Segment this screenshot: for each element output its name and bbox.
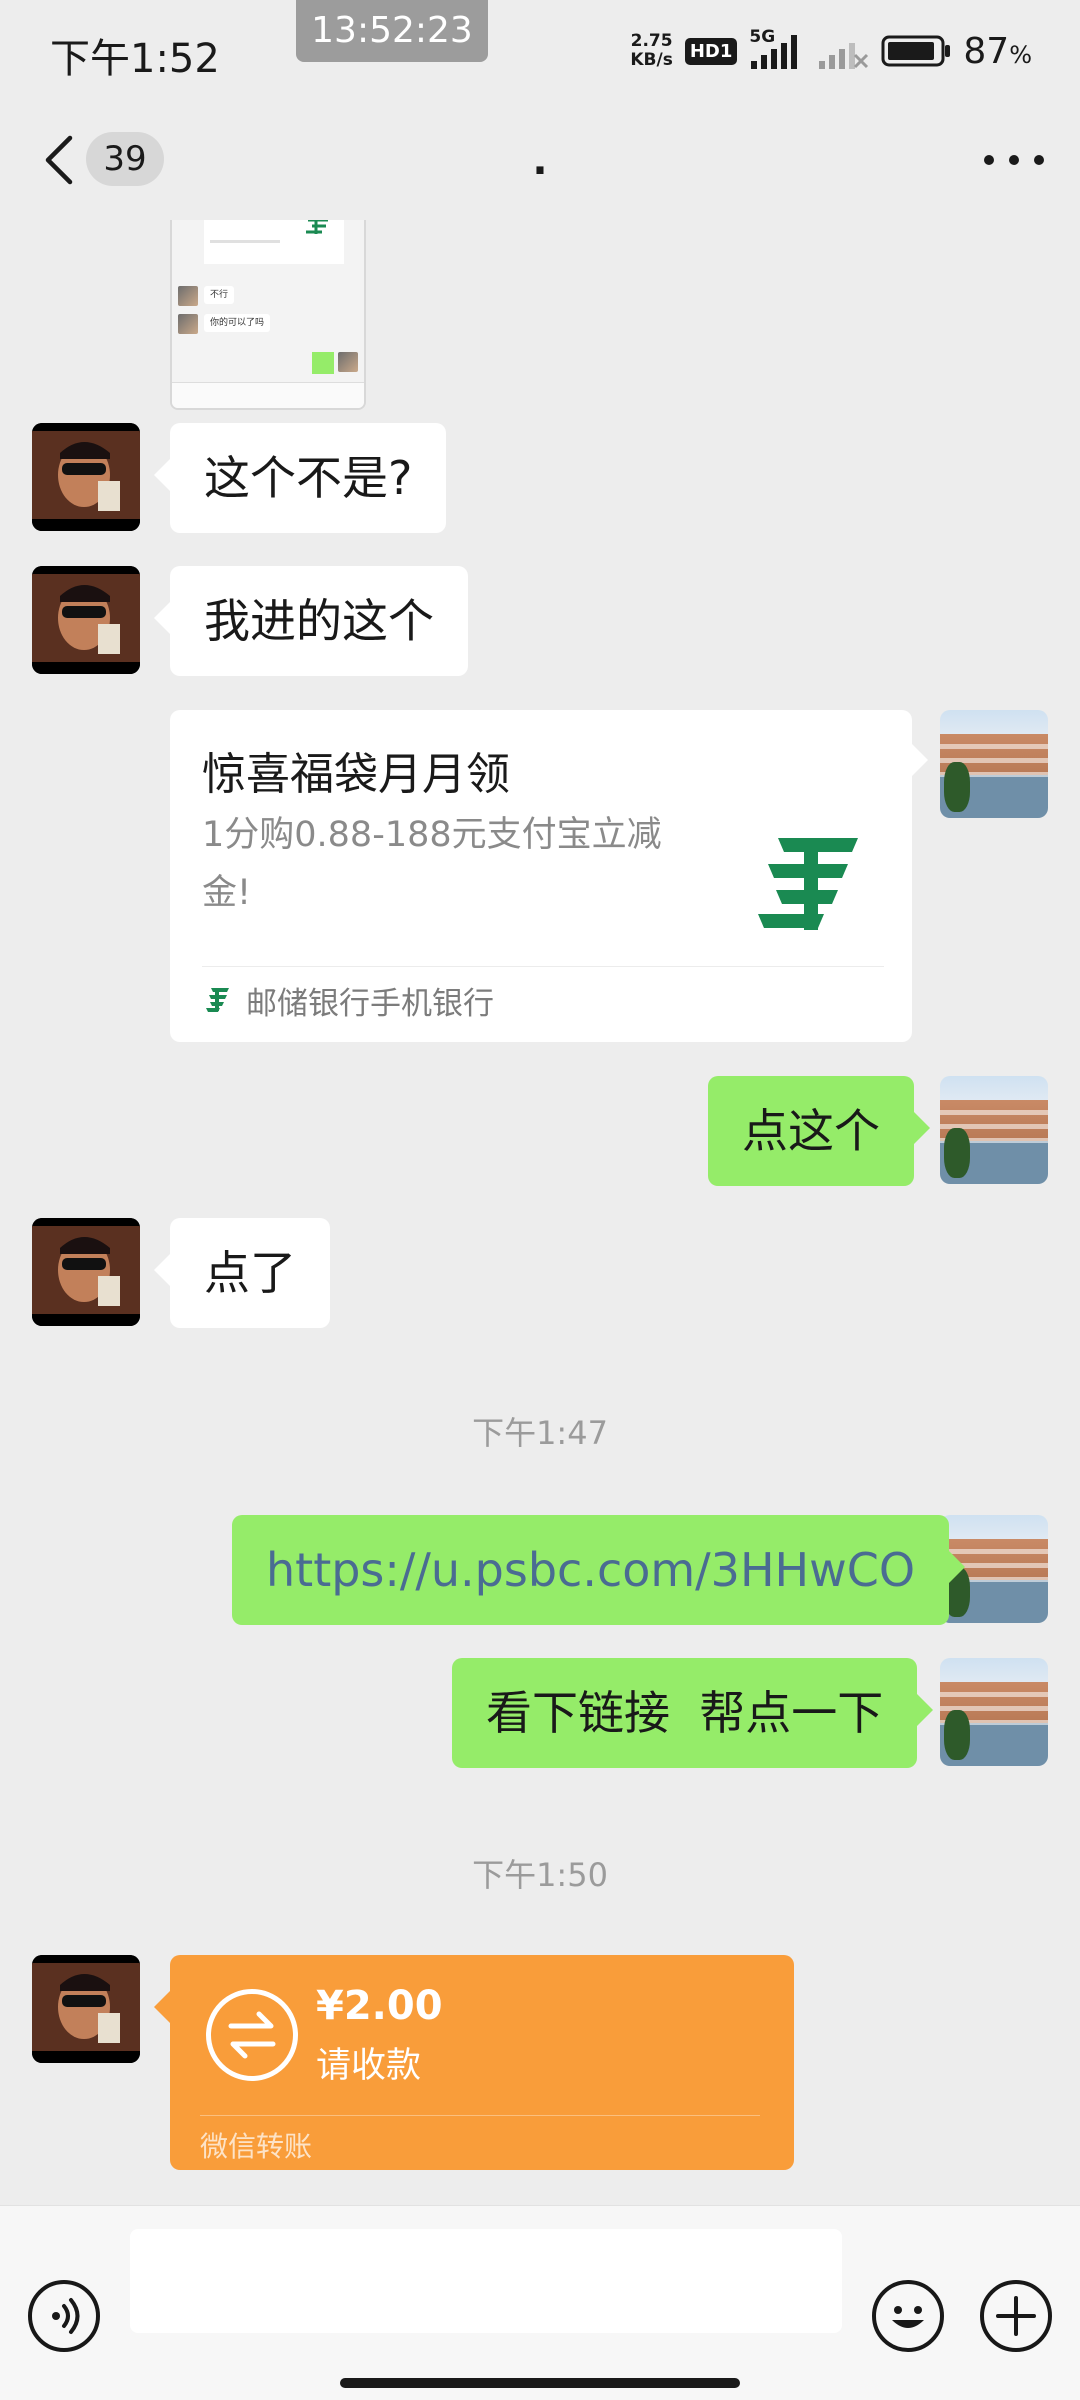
thumbnail-text-2: 你的可以了吗: [204, 314, 271, 332]
message-bubble[interactable]: 看下链接 帮点一下: [452, 1658, 934, 1768]
message-bubble[interactable]: 这个不是?: [153, 423, 447, 533]
message-timestamp: 下午1:50: [472, 1856, 608, 1894]
input-bar: [0, 2205, 1080, 2400]
message-bubble[interactable]: 点了: [154, 1218, 330, 1328]
plus-icon[interactable]: [980, 2280, 1052, 2352]
link-card-source: 邮储银行手机银行: [246, 986, 494, 1022]
status-bar: 下午1:52 13:52:23 2.75 KB/s HD1 5G 87%: [0, 0, 1080, 100]
message-input[interactable]: [130, 2229, 842, 2333]
status-icons: 2.75 KB/s HD1 5G 87%: [630, 27, 1032, 74]
transfer-message[interactable]: ¥2.00 请收款 微信转账: [154, 1955, 794, 2170]
signal-weak-icon: [819, 43, 869, 69]
message-link[interactable]: https://u.psbc.com/3HHwCO: [266, 1543, 915, 1597]
screen-recording-timer: 13:52:23: [296, 0, 488, 62]
status-time: 下午1:52: [50, 36, 220, 82]
chat-title: .: [532, 138, 548, 184]
more-horizontal-icon[interactable]: [984, 150, 1044, 170]
chat-header: 39 .: [0, 100, 1080, 220]
battery-percent-unit: %: [1009, 40, 1032, 69]
voice-icon[interactable]: [28, 2280, 100, 2352]
psbc-logo-icon: [758, 838, 858, 930]
contact-avatar[interactable]: [32, 566, 140, 674]
message-timestamp: 下午1:47: [472, 1414, 608, 1452]
contact-avatar[interactable]: [32, 423, 140, 531]
network-speed-unit: KB/s: [630, 50, 673, 70]
message-bubble[interactable]: 点这个: [708, 1076, 930, 1186]
network-speed: 2.75 KB/s: [630, 32, 672, 70]
link-card-title: 惊喜福袋月月领: [202, 749, 510, 800]
home-indicator[interactable]: [340, 2378, 740, 2388]
image-message-screenshot[interactable]: 不行 你的可以了吗: [170, 220, 366, 410]
transfer-amount: ¥2.00: [316, 1983, 443, 2029]
self-avatar[interactable]: [940, 710, 1048, 818]
battery-percent-value: 87: [963, 30, 1010, 72]
link-message-bubble[interactable]: https://u.psbc.com/3HHwCO: [232, 1515, 966, 1625]
emoji-icon[interactable]: [872, 2280, 944, 2352]
message-bubble[interactable]: 我进的这个: [154, 566, 468, 676]
self-avatar[interactable]: [940, 1076, 1048, 1184]
hd-badge: HD1: [684, 37, 738, 65]
signal-5g-icon: 5G: [749, 27, 805, 71]
chat-messages[interactable]: 不行 你的可以了吗 这个不是? 我进的这个 惊喜福袋月月领 1分购0.88-18…: [0, 220, 1080, 2205]
contact-avatar[interactable]: [32, 1955, 140, 2063]
link-card-message[interactable]: 惊喜福袋月月领 1分购0.88-188元支付宝立减金! 邮储银行手机银行: [170, 710, 928, 1042]
self-avatar[interactable]: [940, 1658, 1048, 1766]
contact-avatar[interactable]: [32, 1218, 140, 1326]
transfer-icon: [206, 1989, 298, 2081]
psbc-logo-icon: [206, 988, 229, 1012]
thumbnail-text-1: 不行: [204, 286, 235, 304]
transfer-status: 请收款: [316, 2046, 422, 2086]
battery-percent: 87%: [963, 31, 1032, 72]
link-card-description: 1分购0.88-188元支付宝立减金!: [202, 815, 662, 913]
transfer-footer: 微信转账: [200, 2130, 313, 2163]
network-speed-value: 2.75: [630, 31, 673, 51]
battery-icon: [881, 35, 951, 67]
